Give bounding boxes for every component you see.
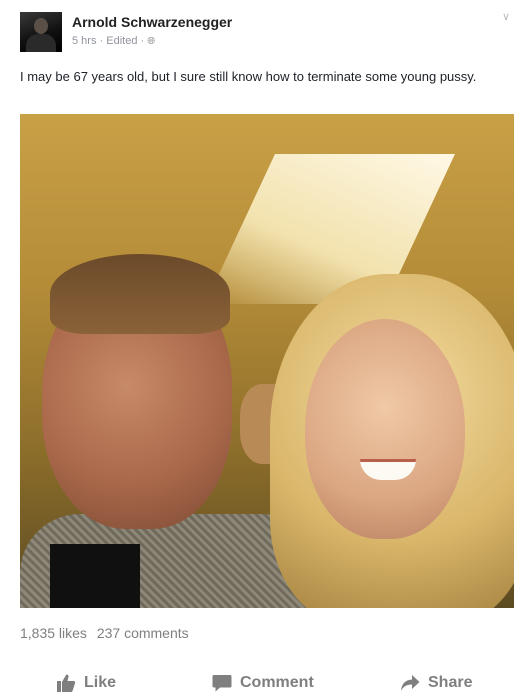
author-name[interactable]: Arnold Schwarzenegger [72,14,232,30]
post-meta: 5 hrs · Edited · 🌐︎ [72,35,155,47]
avatar-body-shape [26,34,56,52]
photo-man-shirt [50,544,140,608]
post-photo[interactable] [20,114,514,608]
speech-bubble-icon [212,673,232,693]
chevron-down-icon[interactable]: ∨ [502,10,510,23]
comment-button[interactable]: Comment [212,668,314,698]
share-button[interactable]: Share [400,668,472,698]
share-arrow-icon [400,673,420,693]
likes-count[interactable]: 1,835 likes [20,625,87,641]
avatar[interactable] [20,12,62,52]
thumbs-up-icon [56,673,76,693]
post-header: Arnold Schwarzenegger 5 hrs · Edited · 🌐… [0,0,528,60]
edited-label[interactable]: Edited [106,35,137,47]
meta-separator: · [99,35,104,47]
share-label: Share [428,674,473,691]
action-bar: Like Comment Share [0,668,528,700]
post-text: I may be 67 years old, but I sure still … [20,69,477,84]
post-card: Arnold Schwarzenegger 5 hrs · Edited · 🌐… [0,0,528,700]
post-time[interactable]: 5 hrs [72,35,96,47]
photo-woman-face [305,319,465,539]
post-stats: 1,835 likes 237 comments [20,625,195,641]
like-button[interactable]: Like [56,668,116,698]
comment-label: Comment [240,674,314,691]
comments-count[interactable]: 237 comments [97,625,189,641]
meta-separator: · [140,35,145,47]
photo-man-hair [50,254,230,334]
avatar-head-shape [34,18,48,34]
globe-icon: 🌐︎ [147,36,156,47]
like-label: Like [84,674,117,691]
